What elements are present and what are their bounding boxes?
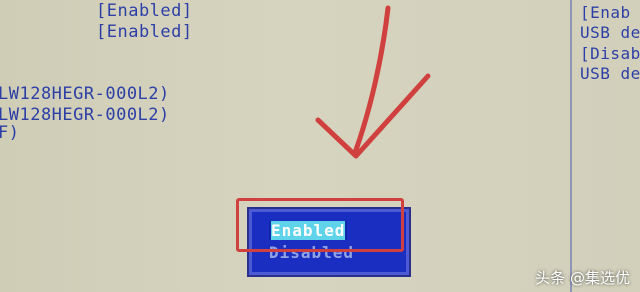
watermark: 头条 @集选优 [535, 269, 630, 287]
device-entry-3: F) [0, 123, 20, 143]
option-value-1[interactable]: [Enabled] [96, 0, 193, 22]
popup-option-enabled-label: Enabled [271, 221, 346, 240]
help-line-2: USB de [580, 23, 640, 42]
option-popup: Enabled Disabled [247, 207, 411, 277]
option-value-2[interactable]: [Enabled] [96, 21, 193, 43]
popup-option-disabled[interactable]: Disabled [269, 243, 354, 262]
help-line-3: [Disab [580, 44, 640, 63]
help-line-4: USB de [580, 64, 640, 83]
bios-screen: [Enabled] [Enabled] LW128HEGR-000L2) LW1… [0, 0, 640, 292]
help-line-1: [Enab [580, 3, 631, 22]
device-entry-1: LW128HEGR-000L2) [0, 84, 170, 104]
device-entry-2: LW128HEGR-000L2) [0, 105, 170, 125]
help-panel: [Enab USB de [Disab USB de [570, 0, 640, 292]
popup-option-enabled[interactable]: Enabled [269, 221, 348, 240]
